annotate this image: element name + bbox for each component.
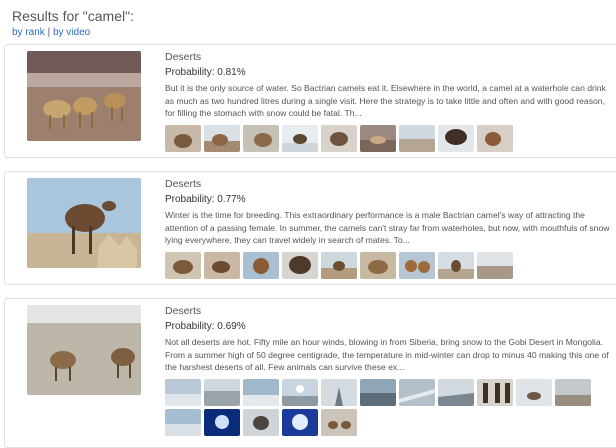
result-category: Deserts xyxy=(165,178,202,190)
video-thumbnail[interactable] xyxy=(438,378,474,406)
video-thumbnail[interactable] xyxy=(321,408,357,436)
result-main-thumbnail[interactable] xyxy=(27,178,141,268)
result-category: Deserts xyxy=(165,51,202,63)
sort-options: by rank | by video xyxy=(12,27,90,38)
video-thumbnail[interactable] xyxy=(399,251,435,279)
result-probability: Probability: 0.81% xyxy=(165,67,246,78)
video-thumbnail[interactable] xyxy=(477,124,513,152)
video-thumbnail[interactable] xyxy=(399,378,435,406)
video-thumbnail[interactable] xyxy=(204,408,240,436)
video-thumbnail[interactable] xyxy=(438,124,474,152)
video-thumbnail[interactable] xyxy=(321,124,357,152)
video-thumbnail[interactable] xyxy=(243,124,279,152)
results-title: Results for "camel": xyxy=(12,8,134,24)
video-thumbnail[interactable] xyxy=(282,251,318,279)
video-thumbnail[interactable] xyxy=(204,124,240,152)
result-description: Winter is the time for breeding. This ex… xyxy=(165,210,610,245)
sort-by-rank-link[interactable]: by rank xyxy=(12,27,45,38)
video-thumbnail[interactable] xyxy=(165,251,201,279)
result-thumbnails xyxy=(165,378,616,436)
video-thumbnail[interactable] xyxy=(399,124,435,152)
result-probability: Probability: 0.77% xyxy=(165,194,246,205)
result-thumbnails xyxy=(165,251,616,279)
result-main-thumbnail[interactable] xyxy=(27,51,141,141)
video-thumbnail[interactable] xyxy=(243,378,279,406)
video-thumbnail[interactable] xyxy=(438,251,474,279)
result-card: Deserts Probability: 0.81% But it is the… xyxy=(4,44,616,158)
video-thumbnail[interactable] xyxy=(321,378,357,406)
video-thumbnail[interactable] xyxy=(165,378,201,406)
result-description: But it is the only source of water. So B… xyxy=(165,83,606,118)
result-card: Deserts Probability: 0.77% Winter is the… xyxy=(4,171,616,285)
result-thumbnails xyxy=(165,124,616,152)
video-thumbnail[interactable] xyxy=(165,408,201,436)
sort-separator: | xyxy=(44,27,53,38)
video-thumbnail[interactable] xyxy=(243,251,279,279)
result-category: Deserts xyxy=(165,305,202,317)
video-thumbnail[interactable] xyxy=(477,251,513,279)
video-thumbnail[interactable] xyxy=(360,124,396,152)
video-thumbnail[interactable] xyxy=(282,408,318,436)
video-thumbnail[interactable] xyxy=(321,251,357,279)
video-thumbnail[interactable] xyxy=(360,251,396,279)
video-thumbnail[interactable] xyxy=(204,378,240,406)
result-main-thumbnail[interactable] xyxy=(27,305,141,395)
sort-by-video-link[interactable]: by video xyxy=(53,27,90,38)
result-description: Not all deserts are hot. Fifty mile an h… xyxy=(165,337,609,372)
video-thumbnail[interactable] xyxy=(516,378,552,406)
video-thumbnail[interactable] xyxy=(165,124,201,152)
video-thumbnail[interactable] xyxy=(282,378,318,406)
video-thumbnail[interactable] xyxy=(282,124,318,152)
video-thumbnail[interactable] xyxy=(555,378,591,406)
result-card: Deserts Probability: 0.69% Not all deser… xyxy=(4,298,616,448)
video-thumbnail[interactable] xyxy=(360,378,396,406)
video-thumbnail[interactable] xyxy=(204,251,240,279)
video-thumbnail[interactable] xyxy=(243,408,279,436)
result-probability: Probability: 0.69% xyxy=(165,321,246,332)
video-thumbnail[interactable] xyxy=(477,378,513,406)
